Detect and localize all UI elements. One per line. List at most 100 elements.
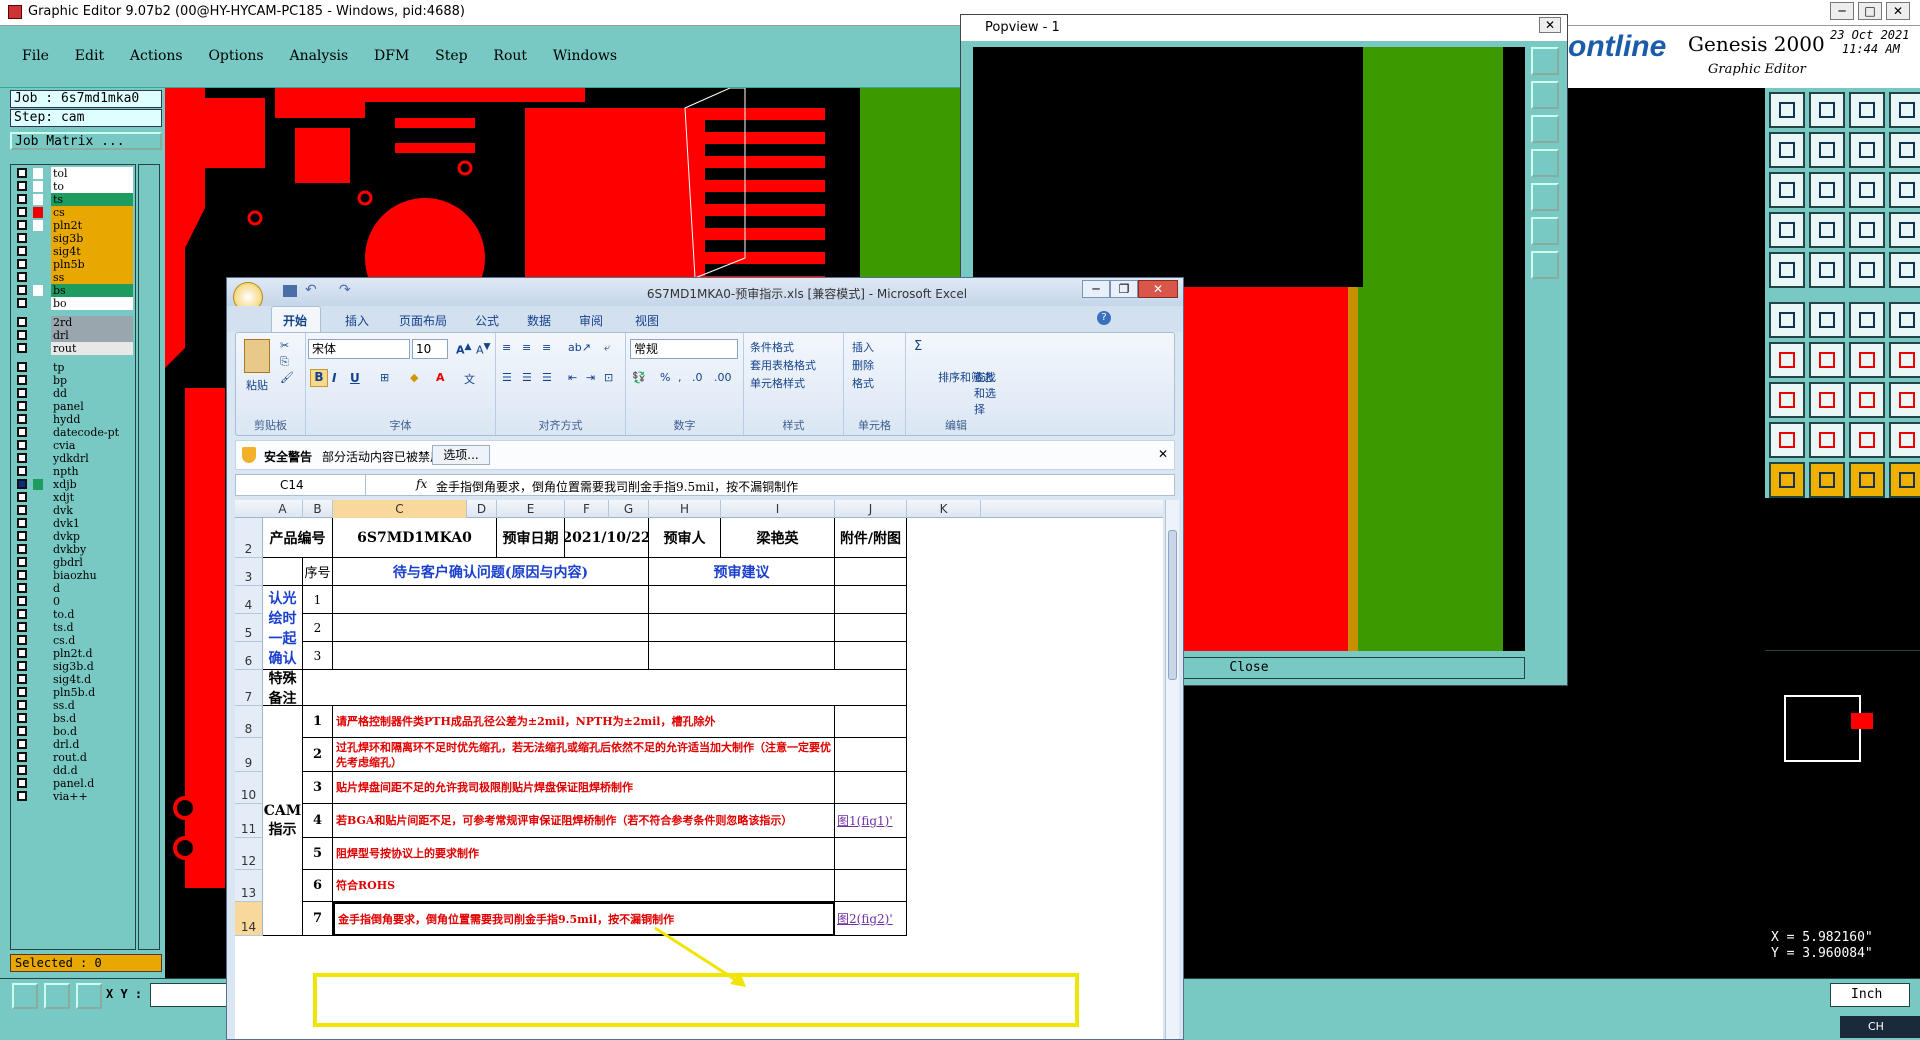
layer-checkbox[interactable] [17,583,27,593]
layer-checkbox[interactable] [17,375,27,385]
row-header[interactable]: 8 [235,706,263,738]
cell-item-ref[interactable] [835,738,907,772]
layer-row[interactable]: cvia [13,439,135,452]
layer-checkbox[interactable] [17,181,27,191]
layer-row[interactable]: to [13,180,135,193]
layer-checkbox[interactable] [17,531,27,541]
menu-actions[interactable]: Actions [130,48,183,64]
border-icon[interactable]: ⊞ [380,371,389,384]
underline-icon[interactable]: U [350,371,360,385]
xy-input[interactable] [150,983,228,1007]
layer-row[interactable]: hydd [13,413,135,426]
col-header[interactable]: K [907,500,981,518]
layer-checkbox[interactable] [17,492,27,502]
layer-row[interactable]: drl.d [13,738,135,751]
layer-checkbox[interactable] [17,466,27,476]
window-icon[interactable] [1889,92,1920,128]
cell-item-text[interactable]: 若BGA和贴片间距不足，可参考常规评审保证阻焊桥制作（若不符合参考条件则忽略该指… [333,804,835,838]
row-header[interactable]: 3 [235,558,263,586]
cell-item-number[interactable]: 6 [303,870,333,902]
snap-icon[interactable] [1849,212,1885,248]
center-icon[interactable] [1531,251,1559,279]
layer-checkbox[interactable] [17,414,27,424]
via-icon[interactable] [1889,302,1920,338]
layer-row[interactable]: pln2t [13,219,135,232]
layer-row[interactable]: panel [13,400,135,413]
fx-icon[interactable]: fx [416,477,427,491]
undo-icon[interactable]: ↶ [305,282,317,298]
cell-item-ref[interactable] [835,838,907,870]
layer-checkbox[interactable] [17,298,27,308]
layer-checkbox[interactable] [17,362,27,372]
layer-row[interactable]: d [13,582,135,595]
move-left-icon[interactable] [1769,132,1805,168]
bold-icon[interactable]: B [310,369,328,387]
layer-row[interactable]: sig3b [13,232,135,245]
italic-icon[interactable]: I [332,371,336,385]
net-icon[interactable] [1769,302,1805,338]
decrease-decimal-icon[interactable]: .00 [714,371,732,384]
layer-row[interactable]: sig4t.d [13,673,135,686]
cell-question[interactable] [333,614,649,642]
layer-row[interactable]: bp [13,374,135,387]
layer-row[interactable]: to.d [13,608,135,621]
cell-attachment-label[interactable]: 附件/附图 [835,518,907,558]
paste-label[interactable]: 粘贴 [246,377,268,393]
col-header[interactable]: A [263,500,303,518]
copy-feature-icon[interactable] [1889,382,1920,418]
job-matrix-button[interactable]: Job Matrix ... [10,132,162,150]
layer-row[interactable]: bs [13,284,135,297]
ratio-icon[interactable] [1849,172,1885,208]
zoom-home-icon[interactable] [1531,47,1559,75]
save-icon[interactable] [283,285,297,297]
arc-icon[interactable] [1849,342,1885,378]
layer-row[interactable]: bs.d [13,712,135,725]
layer-row[interactable]: dvk1 [13,517,135,530]
layer-row[interactable]: pln5b [13,258,135,271]
cell-question[interactable] [333,586,649,614]
tab-page-layout[interactable]: 页面布局 [399,312,447,329]
decrease-indent-icon[interactable]: ⇤ [568,371,577,384]
row-header[interactable]: 10 [235,772,263,804]
hand-icon[interactable] [1769,212,1805,248]
layer-checkbox[interactable] [17,207,27,217]
layer-row[interactable]: dd.d [13,764,135,777]
row-header[interactable]: 2 [235,518,263,558]
fill-color-icon[interactable]: ◆ [410,371,418,384]
col-header[interactable]: E [497,500,565,518]
move-feature-icon[interactable] [1769,382,1805,418]
cell-seq[interactable]: 2 [303,614,333,642]
cell-reviewer[interactable]: 梁艳英 [721,518,835,558]
diagonal-icon[interactable] [1809,342,1845,378]
align-bottom-icon[interactable]: ≡ [542,341,551,354]
layer-checkbox[interactable] [17,596,27,606]
cell-item-number[interactable]: 2 [303,738,333,772]
col-header[interactable]: G [609,500,649,518]
increase-indent-icon[interactable]: ⇥ [586,371,595,384]
cell-pending-label[interactable]: 待确认光绘时一起确认问题 [263,586,303,670]
layer-checkbox[interactable] [17,726,27,736]
layer-row[interactable]: rout.d [13,751,135,764]
step-icon[interactable] [1889,462,1920,498]
layer-checkbox[interactable] [17,440,27,450]
pad-icon[interactable] [1849,252,1885,288]
find-select-button[interactable]: 查找和选择 [974,369,1002,417]
row-header[interactable]: 6 [235,642,263,670]
slant-icon[interactable] [1769,342,1805,378]
zoom-in-icon[interactable] [1531,81,1559,109]
align-middle-icon[interactable]: ≡ [522,341,531,354]
cell-advice[interactable] [649,614,835,642]
pan-icon[interactable] [1809,172,1845,208]
pointer-alt-icon[interactable] [1809,462,1845,498]
format-cells-button[interactable]: 格式 [852,375,874,391]
scroll-thumb[interactable] [1168,530,1177,680]
layer-checkbox[interactable] [17,674,27,684]
font-size-select[interactable]: 10 [412,339,448,359]
fit-screen-icon[interactable] [1769,172,1805,208]
shrink-font-icon[interactable]: A▼ [476,341,491,357]
layer-row[interactable]: dvk [13,504,135,517]
excel-restore-button[interactable]: ❐ [1110,280,1138,298]
layer-row[interactable]: gbdrl [13,556,135,569]
layer-checkbox[interactable] [17,194,27,204]
cell-item-number[interactable]: 3 [303,772,333,804]
